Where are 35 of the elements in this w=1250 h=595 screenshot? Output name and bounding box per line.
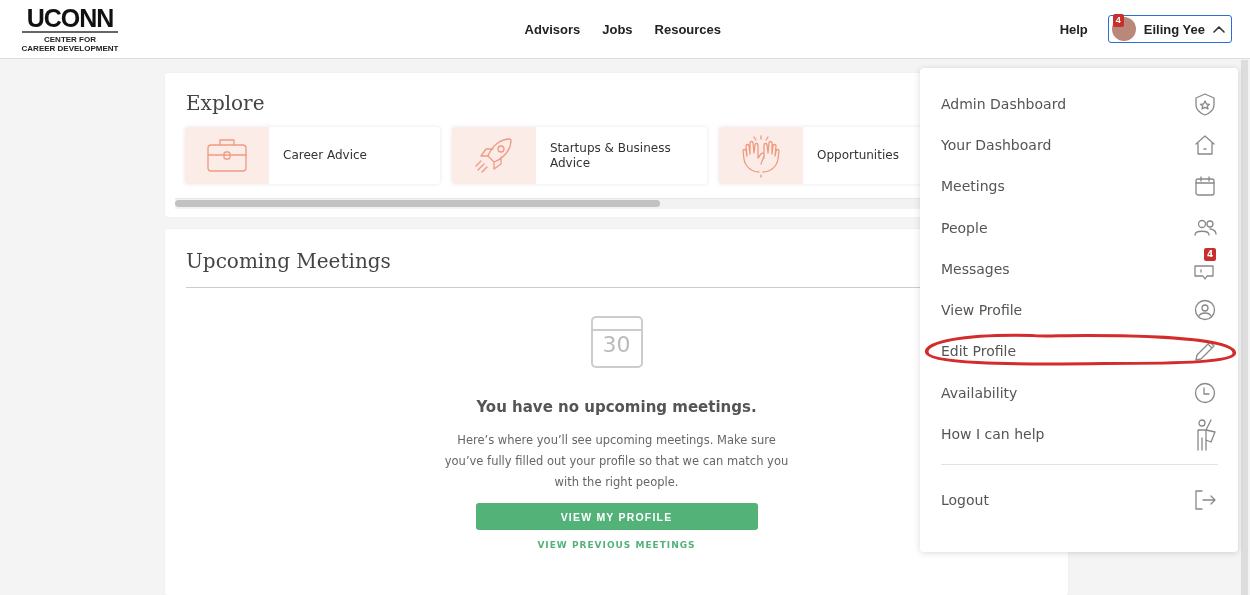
menu-item[interactable]: View Profile	[941, 289, 1218, 331]
user-circle-icon	[1194, 299, 1216, 322]
house-icon	[1194, 133, 1216, 156]
menu-item[interactable]: Admin Dashboard	[941, 83, 1218, 125]
logo-wordmark: UCONN	[26, 5, 114, 30]
nav-link[interactable]: Advisors	[524, 21, 581, 37]
help-link[interactable]: Help	[1059, 21, 1088, 37]
notification-badge: 4	[1204, 247, 1217, 261]
empty-state-text: Here’s where you’ll see upcoming meetings. Make sure you’ve fully filled out your profile so that we can match you with the right people.	[443, 432, 790, 491]
nav-link[interactable]: Jobs	[602, 21, 633, 37]
pencil-icon	[1194, 340, 1216, 363]
calendar-icon: 30	[590, 316, 643, 368]
menu-item[interactable]: Messages 4	[941, 248, 1218, 290]
people-icon	[1193, 217, 1217, 238]
menu-item[interactable]: Logout	[941, 463, 1218, 520]
hands-icon	[739, 133, 783, 178]
notification-badge: 4	[1112, 14, 1124, 27]
calendar-icon	[1194, 175, 1216, 198]
menu-item[interactable]: How I can help	[941, 413, 1218, 455]
category-tile[interactable]: Startups & Business Advice	[452, 127, 707, 184]
user-menu-button[interactable]: 4 Eiling Yee	[1107, 15, 1232, 43]
logout-icon	[1193, 488, 1217, 511]
empty-state-title: You have no upcoming meetings.	[476, 398, 757, 416]
shield-icon	[1194, 91, 1216, 116]
category-tile[interactable]: Career Advice	[185, 127, 440, 184]
menu-item[interactable]: Edit Profile	[923, 330, 1238, 373]
menu-item[interactable]: Availability	[941, 372, 1218, 414]
scrollbar-thumb[interactable]	[175, 200, 660, 207]
caret-icon	[1213, 25, 1225, 33]
clock-icon	[1194, 381, 1216, 404]
nav-link[interactable]: Resources	[654, 21, 722, 37]
section-title: Upcoming Meetings	[186, 249, 391, 273]
section-title: Explore	[186, 91, 265, 115]
logo-subtitle: CENTER FOR CAREER DEVELOPMENT	[21, 34, 119, 53]
menu-item[interactable]: People	[941, 206, 1218, 249]
